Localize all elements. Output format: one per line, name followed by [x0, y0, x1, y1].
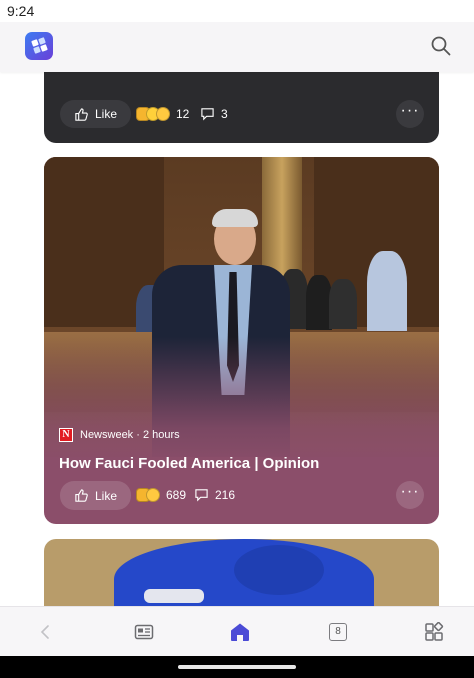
sad-reaction-icon: [146, 488, 160, 502]
comment-icon: [195, 489, 208, 502]
sad-reaction-icon: [156, 107, 170, 121]
news-feed[interactable]: Like 12 3 ··· N Newsweek · 2 hours How F…: [0, 0, 474, 606]
comments-button[interactable]: 3: [200, 107, 228, 121]
comment-count: 216: [215, 488, 236, 502]
home-icon: [231, 623, 249, 641]
article-source[interactable]: N Newsweek · 2 hours: [59, 428, 180, 442]
more-options-button[interactable]: ···: [396, 100, 424, 128]
app-logo-icon[interactable]: [25, 32, 53, 60]
source-name: Newsweek: [80, 429, 134, 441]
like-button[interactable]: Like: [60, 100, 132, 128]
separator: ·: [136, 429, 140, 441]
article-headline[interactable]: How Fauci Fooled America | Opinion: [59, 455, 419, 472]
reaction-count: 12: [176, 107, 190, 121]
app-header: [0, 22, 474, 72]
home-button[interactable]: [228, 620, 252, 644]
like-label: Like: [95, 107, 118, 121]
thumbs-up-icon: [75, 107, 88, 121]
status-bar: 9:24: [0, 0, 474, 22]
news-card[interactable]: [44, 539, 439, 606]
reactions-summary[interactable]: 689: [136, 488, 186, 502]
article-image[interactable]: [44, 539, 439, 606]
bottom-navigation: 8: [0, 606, 474, 656]
tabs-button[interactable]: 8: [326, 620, 350, 644]
like-label: Like: [95, 488, 118, 503]
article-age: 2 hours: [142, 429, 180, 441]
status-time: 9:24: [7, 3, 35, 19]
home-indicator[interactable]: [178, 665, 296, 669]
system-navigation-bar: [0, 656, 474, 678]
tabs-icon: 8: [329, 623, 347, 641]
newsweek-logo-icon: N: [59, 428, 73, 442]
more-options-button[interactable]: ···: [396, 481, 424, 509]
news-card[interactable]: N Newsweek · 2 hours How Fauci Fooled Am…: [44, 157, 439, 524]
reactions-summary[interactable]: 12: [136, 107, 189, 121]
search-button[interactable]: [430, 35, 454, 59]
like-button[interactable]: Like: [60, 481, 132, 510]
back-icon: [40, 625, 49, 639]
search-icon: [431, 36, 451, 56]
comment-count: 3: [221, 107, 228, 121]
apps-icon: [425, 622, 444, 641]
apps-button[interactable]: [422, 620, 446, 644]
comments-button[interactable]: 216: [194, 488, 235, 502]
news-icon: [134, 624, 154, 640]
comment-icon: [201, 108, 214, 121]
more-icon: ···: [400, 483, 420, 500]
more-icon: ···: [400, 102, 420, 119]
thumbs-up-icon: [75, 489, 88, 502]
news-button[interactable]: [132, 620, 156, 644]
back-button[interactable]: [34, 620, 58, 644]
reaction-count: 689: [166, 488, 187, 502]
